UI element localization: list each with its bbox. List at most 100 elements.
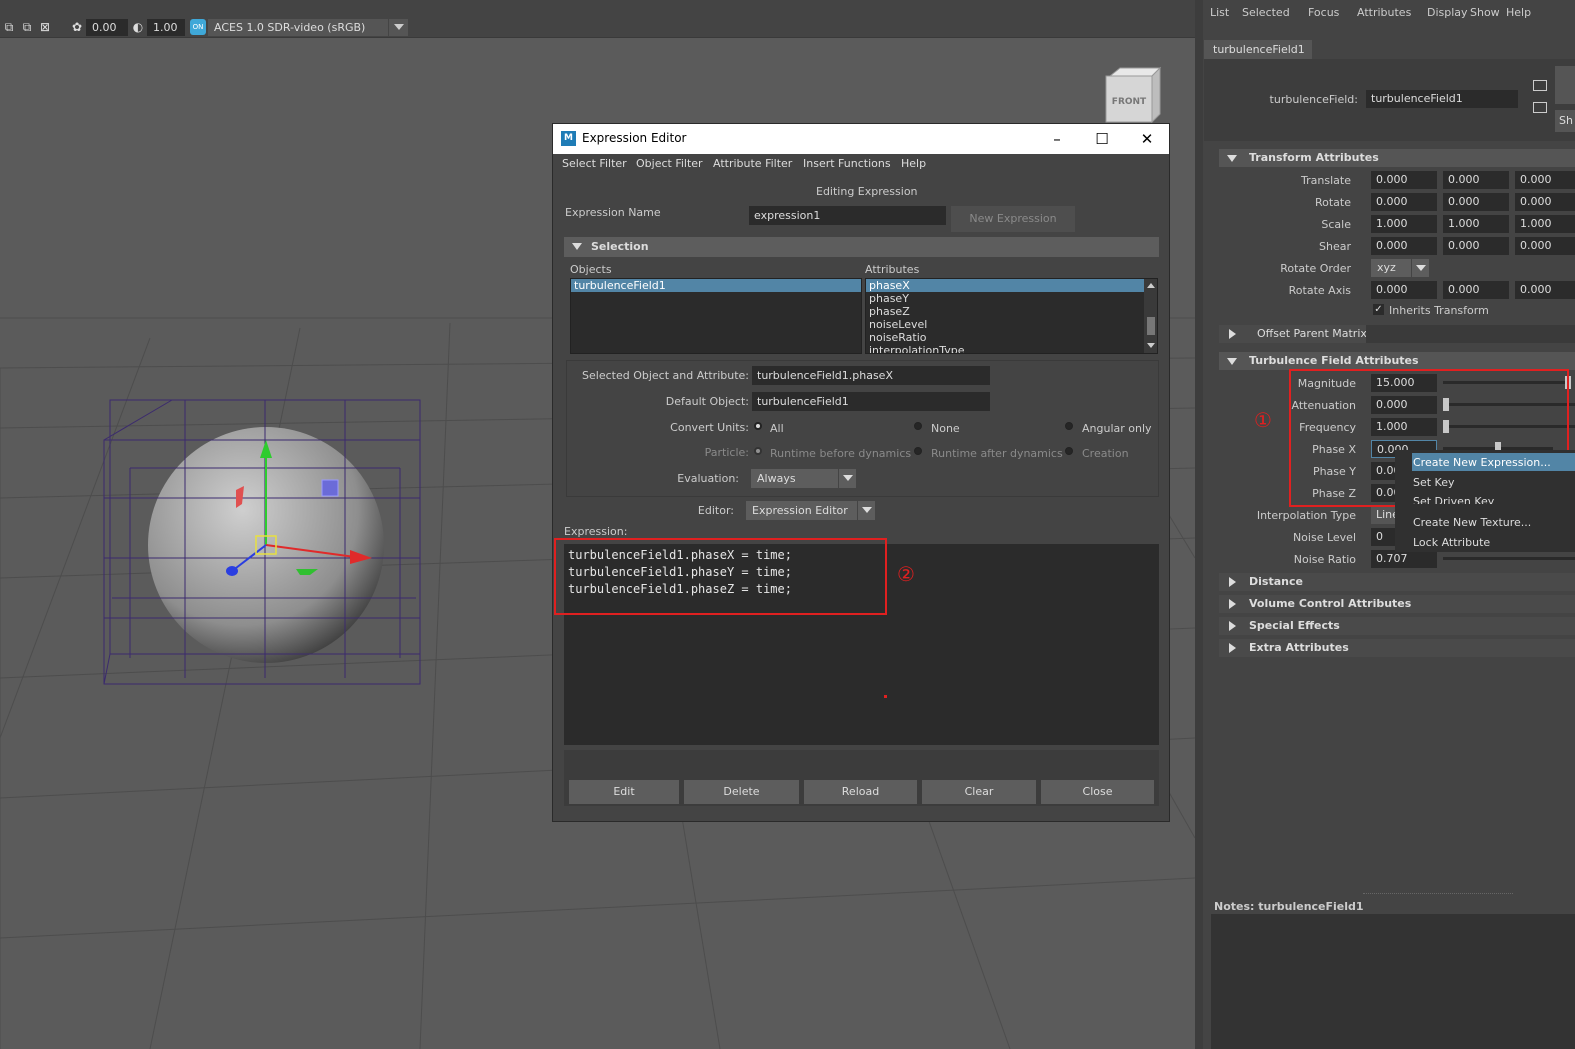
list-item[interactable]: interpolationType <box>866 344 1144 353</box>
particle-before-radio[interactable] <box>754 447 762 455</box>
resize-divider[interactable] <box>1363 893 1513 894</box>
attributes-list[interactable]: phaseX phaseY phaseZ noiseLevel noiseRat… <box>865 278 1158 354</box>
extra-attributes-header[interactable]: Extra Attributes <box>1219 639 1575 657</box>
distance-header[interactable]: Distance <box>1219 573 1575 591</box>
scroll-down-icon[interactable] <box>1147 343 1155 348</box>
list-item[interactable]: phaseY <box>866 292 1144 305</box>
particle-creation-radio[interactable] <box>1065 447 1073 455</box>
exposure-field[interactable]: 0.00 <box>86 19 128 36</box>
rotate-y-field[interactable]: 0.000 <box>1443 193 1509 211</box>
rotate-order-dropdown[interactable]: xyz <box>1371 259 1429 278</box>
presets-icon[interactable] <box>1533 102 1547 113</box>
gamma-field[interactable]: 1.00 <box>147 19 185 36</box>
translate-y-field[interactable]: 0.000 <box>1443 171 1509 189</box>
notes-textarea[interactable] <box>1211 914 1575 1049</box>
menu-item-create-new-expression[interactable]: Create New Expression... <box>1413 456 1551 469</box>
translate-z-field[interactable]: 0.000 <box>1515 171 1575 189</box>
list-item[interactable]: phaseX <box>866 279 1144 292</box>
selected-obj-attr-field[interactable]: turbulenceField1.phaseX <box>752 366 990 385</box>
noise-ratio-slider[interactable] <box>1443 557 1575 560</box>
view-cube[interactable]: FRONT <box>1100 66 1164 126</box>
scale-y-field[interactable]: 1.000 <box>1443 215 1509 233</box>
shear-x-field[interactable]: 0.000 <box>1371 237 1437 255</box>
ae-menu-display[interactable]: Display <box>1427 6 1468 19</box>
rotate-order-value: xyz <box>1377 261 1396 274</box>
translate-x-field[interactable]: 0.000 <box>1371 171 1437 189</box>
delete-button[interactable]: Delete <box>684 780 799 804</box>
menu-insert-functions[interactable]: Insert Functions <box>803 157 891 170</box>
color-management-icon[interactable]: ON <box>190 19 206 35</box>
show-button[interactable]: Sh <box>1555 110 1575 132</box>
convert-none-radio[interactable] <box>914 422 922 430</box>
menu-select-filter[interactable]: Select Filter <box>562 157 627 170</box>
list-item[interactable]: phaseZ <box>866 305 1144 318</box>
gamma-icon[interactable]: ◐ <box>131 20 145 34</box>
ae-menu-show[interactable]: Show <box>1470 6 1500 19</box>
ae-menu-attributes[interactable]: Attributes <box>1357 6 1411 19</box>
scroll-up-icon[interactable] <box>1147 283 1155 288</box>
menu-item-set-driven-key[interactable]: Set Driven Key <box>1413 495 1494 504</box>
side-button-top[interactable] <box>1555 66 1575 104</box>
objects-list[interactable]: turbulenceField1 <box>570 278 862 354</box>
rotate-axis-z-field[interactable]: 0.000 <box>1515 281 1575 299</box>
inherits-transform-checkbox[interactable]: ✓ <box>1373 304 1384 315</box>
bookmark-icon[interactable]: ⧉ <box>20 20 34 34</box>
noise-ratio-field[interactable]: 0.707 <box>1371 550 1437 568</box>
exposure-icon[interactable]: ✿ <box>70 20 84 34</box>
rotate-axis-y-field[interactable]: 0.000 <box>1443 281 1509 299</box>
special-effects-header[interactable]: Special Effects <box>1219 617 1575 635</box>
expression-name-field[interactable]: expression1 <box>749 206 946 225</box>
ae-menu-list[interactable]: List <box>1210 6 1229 19</box>
transform-attributes-header[interactable]: Transform Attributes <box>1219 149 1575 167</box>
scroll-thumb[interactable] <box>1147 317 1155 335</box>
minimize-button[interactable]: – <box>1046 128 1068 150</box>
edit-button[interactable]: Edit <box>569 780 679 804</box>
menu-item-create-new-texture[interactable]: Create New Texture... <box>1413 516 1531 529</box>
selection-section-header[interactable]: Selection <box>564 237 1159 257</box>
reload-button[interactable]: Reload <box>804 780 917 804</box>
shear-z-field[interactable]: 0.000 <box>1515 237 1575 255</box>
menu-item-lock-attribute[interactable]: Lock Attribute <box>1413 536 1490 549</box>
rotate-x-field[interactable]: 0.000 <box>1371 193 1437 211</box>
focus-icon[interactable] <box>1533 80 1547 91</box>
convert-all-radio[interactable] <box>754 422 762 430</box>
menu-object-filter[interactable]: Object Filter <box>636 157 703 170</box>
attribute-context-menu[interactable]: Create New Expression... Set Key Set Dri… <box>1395 450 1575 552</box>
expression-editor-titlebar[interactable]: M Expression Editor – ☐ ✕ <box>553 124 1169 154</box>
volume-control-header[interactable]: Volume Control Attributes <box>1219 595 1575 613</box>
list-item[interactable]: noiseRatio <box>866 331 1144 344</box>
ae-menu-selected[interactable]: Selected <box>1242 6 1290 19</box>
node-name-field[interactable]: turbulenceField1 <box>1366 90 1518 108</box>
turbulence-field-attributes-header[interactable]: Turbulence Field Attributes <box>1219 352 1575 370</box>
expression-editor-window[interactable]: M Expression Editor – ☐ ✕ Select Filter … <box>552 123 1170 822</box>
default-object-field[interactable]: turbulenceField1 <box>752 392 990 411</box>
view-transform-dropdown[interactable]: ACES 1.0 SDR-video (sRGB) <box>208 19 408 36</box>
close-button[interactable]: Close <box>1041 780 1154 804</box>
ae-menu-focus[interactable]: Focus <box>1308 6 1339 19</box>
rotate-axis-x-field[interactable]: 0.000 <box>1371 281 1437 299</box>
attributes-scrollbar[interactable] <box>1144 279 1157 353</box>
scale-x-field[interactable]: 1.000 <box>1371 215 1437 233</box>
close-window-button[interactable]: ✕ <box>1136 128 1158 150</box>
ae-menu-help[interactable]: Help <box>1506 6 1531 19</box>
tab-turbulencefield1[interactable]: turbulenceField1 <box>1204 40 1312 59</box>
rotate-z-field[interactable]: 0.000 <box>1515 193 1575 211</box>
annotation-number-1: ① <box>1254 408 1272 432</box>
editor-dropdown[interactable]: Expression Editor <box>746 501 875 520</box>
list-item[interactable]: noiseLevel <box>866 318 1144 331</box>
new-expression-button[interactable]: New Expression <box>951 206 1075 232</box>
menu-attribute-filter[interactable]: Attribute Filter <box>713 157 792 170</box>
image-plane-icon[interactable]: ⊠ <box>38 20 52 34</box>
convert-angular-radio[interactable] <box>1065 422 1073 430</box>
particle-after-radio[interactable] <box>914 447 922 455</box>
menu-help[interactable]: Help <box>901 157 926 170</box>
clear-button[interactable]: Clear <box>922 780 1036 804</box>
shear-label: Shear <box>1319 240 1351 253</box>
list-item[interactable]: turbulenceField1 <box>571 279 861 292</box>
menu-item-set-key[interactable]: Set Key <box>1413 476 1455 489</box>
maximize-button[interactable]: ☐ <box>1091 128 1113 150</box>
scale-z-field[interactable]: 1.000 <box>1515 215 1575 233</box>
evaluation-dropdown[interactable]: Always <box>751 469 856 488</box>
camera-attributes-icon[interactable]: ⧉ <box>2 20 16 34</box>
shear-y-field[interactable]: 0.000 <box>1443 237 1509 255</box>
